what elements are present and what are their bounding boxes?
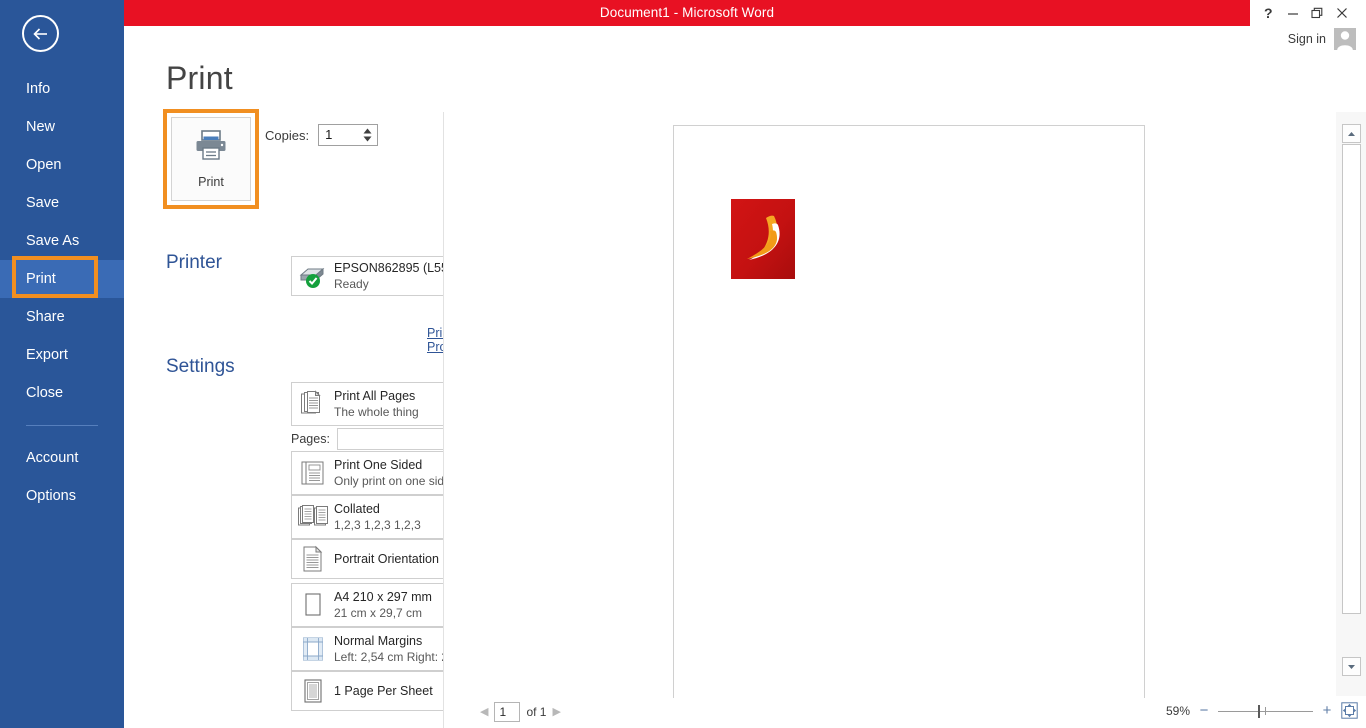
scrollbar-track[interactable] xyxy=(1342,144,1361,656)
sidebar-item-close[interactable]: Close xyxy=(0,374,124,412)
print-preview-pane xyxy=(444,112,1366,728)
sidebar-item-save[interactable]: Save xyxy=(0,184,124,222)
zoom-slider-tick xyxy=(1265,706,1266,715)
zoom-slider[interactable] xyxy=(1218,704,1313,718)
sidebar-divider xyxy=(26,425,98,426)
copies-value[interactable]: 1 xyxy=(319,125,361,145)
sidebar-item-account[interactable]: Account xyxy=(0,439,124,477)
print-settings-column: Print Print Copies: 1 Printer EPSON86289… xyxy=(124,26,522,728)
orientation-icon xyxy=(292,545,334,573)
close-icon[interactable] xyxy=(1330,0,1355,26)
pages-per-sheet-icon xyxy=(292,677,334,705)
zoom-controls: 59% − + xyxy=(1160,702,1358,719)
scroll-down-button[interactable] xyxy=(1342,657,1361,676)
one-sided-icon xyxy=(292,459,334,487)
sidebar-item-share[interactable]: Share xyxy=(0,298,124,336)
sidebar-item-export[interactable]: Export xyxy=(0,336,124,374)
help-icon[interactable]: ? xyxy=(1256,0,1281,26)
next-page-icon[interactable]: ▶ xyxy=(552,706,560,718)
document-logo xyxy=(731,199,795,279)
sidebar-item-new[interactable]: New xyxy=(0,108,124,146)
window-controls: ? xyxy=(1250,0,1366,26)
zoom-slider-thumb[interactable] xyxy=(1258,704,1260,718)
zoom-out-button[interactable]: − xyxy=(1199,703,1209,718)
margins-icon xyxy=(292,635,334,663)
copies-control: Copies: 1 xyxy=(265,124,379,146)
sidebar-nav-list: Info New Open Save Save As Print Share E… xyxy=(0,70,124,515)
printer-heading: Printer xyxy=(166,252,222,273)
preview-scrollbar[interactable] xyxy=(1336,112,1366,696)
pages-label: Pages: xyxy=(291,432,330,446)
sidebar-item-open[interactable]: Open xyxy=(0,146,124,184)
previous-page-icon[interactable]: ◀ xyxy=(480,706,488,718)
print-button[interactable]: Print xyxy=(171,117,251,201)
sign-in-label[interactable]: Sign in xyxy=(1288,32,1326,46)
zoom-to-page-icon[interactable] xyxy=(1341,702,1358,719)
sign-in-area[interactable]: Sign in xyxy=(1288,26,1356,52)
avatar[interactable] xyxy=(1334,28,1356,50)
printer-icon xyxy=(194,129,228,166)
spinner-up-icon xyxy=(363,128,372,134)
scrollbar-thumb[interactable] xyxy=(1342,144,1361,614)
collated-icon xyxy=(292,504,334,530)
page-title: Print xyxy=(166,60,233,96)
backstage-sidebar: Info New Open Save Save As Print Share E… xyxy=(0,0,124,728)
settings-heading: Settings xyxy=(166,356,235,377)
current-page-input[interactable] xyxy=(494,702,521,722)
scroll-up-button[interactable] xyxy=(1342,124,1361,143)
restore-icon[interactable] xyxy=(1305,0,1330,26)
back-arrow-icon[interactable] xyxy=(22,15,59,52)
zoom-in-button[interactable]: + xyxy=(1322,703,1332,718)
printer-status-icon xyxy=(292,263,334,289)
copies-label: Copies: xyxy=(265,127,310,143)
preview-status-bar: ◀ of 1 ▶ 59% − + xyxy=(444,698,1366,728)
paper-size-icon xyxy=(292,591,334,619)
sidebar-item-save-as[interactable]: Save As xyxy=(0,222,124,260)
sidebar-item-options[interactable]: Options xyxy=(0,477,124,515)
print-button-label: Print xyxy=(198,175,224,189)
sidebar-item-print[interactable]: Print xyxy=(0,260,124,298)
word-print-backstage: Document1 - Microsoft Word ? Sign in Inf… xyxy=(0,0,1366,728)
copies-spinner-arrows[interactable] xyxy=(361,125,377,145)
spinner-down-icon xyxy=(363,136,372,142)
sidebar-item-info[interactable]: Info xyxy=(0,70,124,108)
page-count-label: of 1 xyxy=(526,705,547,719)
copies-stepper[interactable]: 1 xyxy=(318,124,379,146)
window-title: Document1 - Microsoft Word xyxy=(599,5,775,20)
preview-page xyxy=(673,125,1145,710)
page-navigator: ◀ of 1 ▶ xyxy=(480,702,561,722)
print-range-icon xyxy=(292,390,334,418)
zoom-percent-label[interactable]: 59% xyxy=(1160,704,1190,718)
title-bar: Document1 - Microsoft Word xyxy=(124,0,1250,26)
minimize-icon[interactable] xyxy=(1281,0,1306,26)
